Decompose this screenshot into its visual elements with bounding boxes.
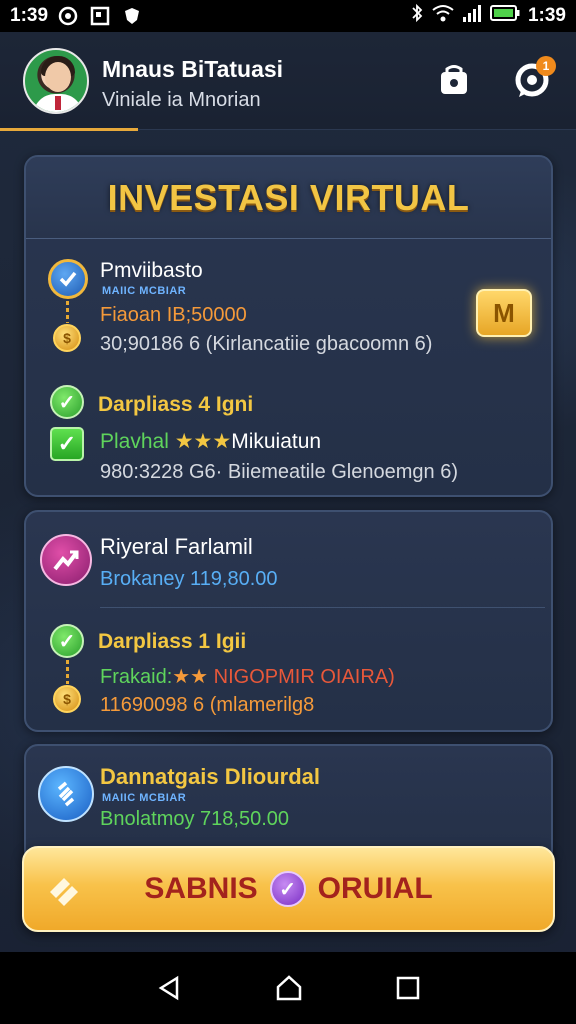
star-icons: ★★ [172,666,209,688]
item-detail: 980:3228 G6· Biiemeatile Glenoemgn 6) [100,461,458,483]
coin-icon: $ [53,324,81,352]
stack-icon [42,868,88,914]
item-tag: MAIIC MCBIAR [102,285,187,297]
navigation-bar [0,952,576,1024]
profile-header: Mnaus BiTatuasi Viniale ia Mnorian 1 [0,32,576,131]
item-title: Pmviibasto [100,259,203,282]
primary-action-button[interactable]: SABNIS ✓ ORUIAL [22,846,555,932]
chain-connector [66,660,69,684]
circle-icon [58,6,78,26]
m-badge-label: M [493,297,515,328]
item-label-line: Frakaid:★★ NIGOPMIR OIAIRA) [100,664,395,689]
recents-icon[interactable] [395,975,421,1001]
profile-name: Mnaus BiTatuasi [102,56,284,82]
item-detail: 11690098 6 (mlamerilg8 [100,694,315,716]
divider [100,607,545,608]
signal-icon [462,4,482,28]
wallet-icon [437,63,471,102]
investasi-virtual-card: INVESTASI VIRTUAL $ Pmviibasto MAIIC MCB… [24,155,553,497]
card-amount: Brokaney 119,80.00 [100,568,278,590]
header-underline [0,128,138,131]
check-shield-icon [48,259,88,299]
home-icon[interactable] [274,973,304,1003]
riyeral-card: Riyeral Farlamil Brokaney 119,80.00 ✓ $ … [24,510,553,732]
notification-badge: 1 [536,56,556,76]
card-title: Dannatgais Dliourdal [100,764,321,789]
star-icons: ★★★ [174,430,232,453]
card-amount: Bnolatmoy 718,50.00 [100,808,290,830]
status-time-left: 1:39 [10,5,49,26]
item-title: Darpliass 4 Igni [98,393,254,416]
card-title: INVESTASI VIRTUAL [107,176,470,218]
card-title: Riyeral Farlamil [100,534,253,559]
wifi-icon [432,4,454,28]
growth-icon [40,534,92,586]
card-header: INVESTASI VIRTUAL [26,157,551,239]
status-time-right: 1:39 [527,5,566,26]
square-icon [90,6,110,26]
check-circle-icon: ✓ [50,624,84,658]
item-label: Plavhal [100,430,169,453]
action-label-right: ORUIAL [317,872,433,905]
item-label-line: Plavhal ★★★Mikuiatun [100,429,321,454]
m-badge-button[interactable]: M [476,289,532,337]
item-prefix: Frakaid: [100,666,173,688]
item-title: Darpliass 1 Igii [98,630,247,653]
wallet-button[interactable] [434,62,474,102]
battery-icon [489,4,520,28]
dollar-icon [38,766,94,822]
back-icon[interactable] [155,974,183,1002]
checkbox-icon[interactable]: ✓ [50,427,84,461]
chain-connector [66,301,69,323]
profile-subtitle: Viniale ia Mnorian [102,89,261,111]
item-label-suffix: Mikuiatun [231,430,322,453]
check-circle-icon: ✓ [50,385,84,419]
status-bar: 1:39 1:39 [0,0,576,32]
action-label-left: SABNIS [144,872,258,905]
card-tag: MAIIC MCBIAR [102,792,187,804]
item-detail: 30;90186 6 (Kirlancatiie gbacoomn 6) [100,333,433,355]
item-suffix: NIGOPMIR OIAIRA) [213,666,395,688]
shield-icon [122,6,142,26]
bluetooth-icon [410,3,424,29]
avatar[interactable] [23,48,89,114]
item-amount: Fiaoan IB;50000 [100,304,247,326]
coin-icon: $ [53,685,81,713]
item-detail-line: 11690098 6 (mlamerilg8 [100,694,314,717]
chat-button[interactable]: 1 [512,56,556,102]
check-badge-icon: ✓ [269,871,306,907]
